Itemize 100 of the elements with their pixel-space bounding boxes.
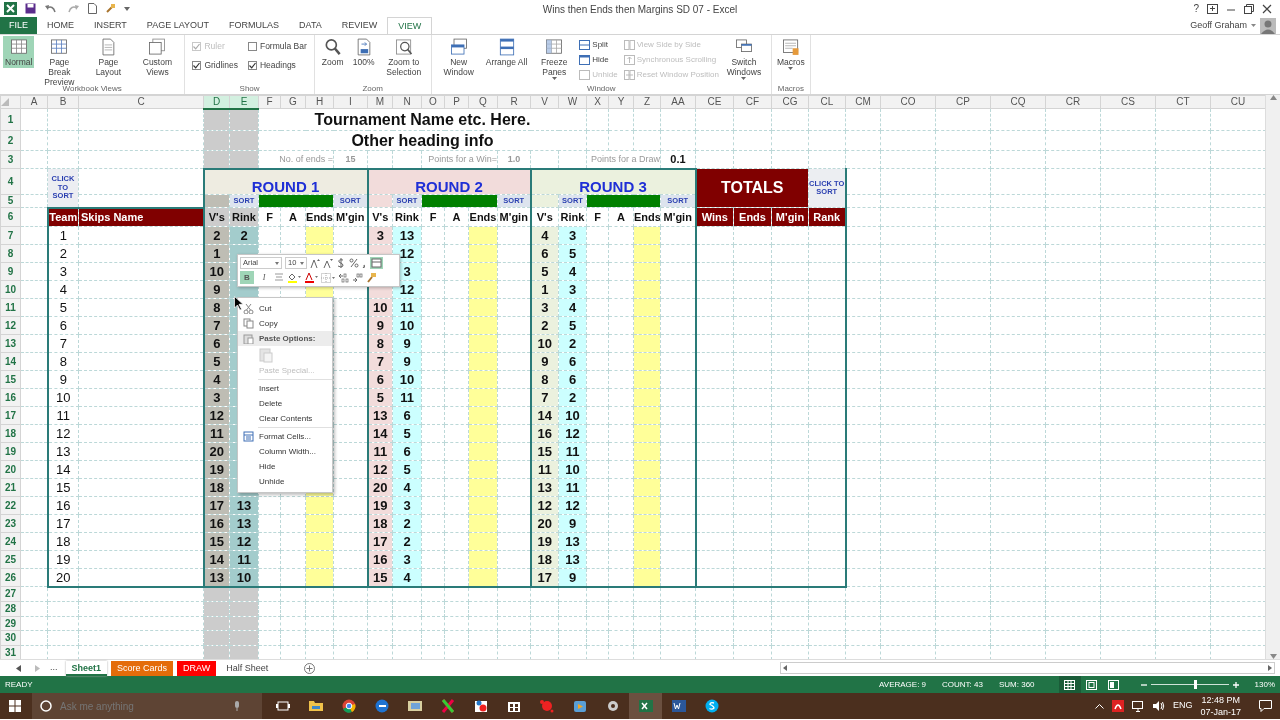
- ribbon-button[interactable]: Normal: [3, 36, 35, 68]
- fill-color-icon[interactable]: [287, 272, 301, 283]
- spreadsheet-icon[interactable]: [638, 698, 653, 714]
- ribbon-tab[interactable]: INSERT: [84, 17, 137, 34]
- scroll-left-icon[interactable]: [783, 665, 787, 671]
- browser-icon[interactable]: [341, 698, 356, 714]
- column-header[interactable]: M: [367, 95, 393, 109]
- ribbon-button[interactable]: Macros: [774, 36, 807, 71]
- globe-icon[interactable]: [374, 698, 389, 714]
- ribbon-button[interactable]: Page Layout: [84, 36, 133, 78]
- column-header[interactable]: N: [392, 95, 422, 109]
- zoom-slider[interactable]: [1150, 680, 1229, 689]
- column-header[interactable]: Q: [468, 95, 498, 109]
- ribbon-tab[interactable]: HOME: [37, 17, 84, 34]
- column-header[interactable]: P: [444, 95, 469, 109]
- chat-icon[interactable]: [704, 698, 719, 714]
- column-header[interactable]: CF: [733, 95, 772, 109]
- close-icon[interactable]: [1262, 3, 1272, 14]
- excel-logo-icon[interactable]: [4, 2, 17, 15]
- menu-item[interactable]: Copy: [238, 316, 332, 331]
- column-header[interactable]: CO: [880, 95, 936, 109]
- row-header[interactable]: 2: [0, 130, 21, 151]
- media-icon[interactable]: [572, 698, 587, 714]
- scroll-right-icon[interactable]: [1268, 665, 1272, 671]
- task-view-icon[interactable]: [275, 698, 290, 714]
- column-header[interactable]: E: [229, 95, 259, 109]
- column-header[interactable]: F: [258, 95, 281, 109]
- add-sheet-icon[interactable]: [304, 662, 316, 674]
- ribbon-button[interactable]: Switch Windows: [719, 36, 768, 81]
- tab-overflow[interactable]: ...: [50, 661, 58, 675]
- slider-thumb[interactable]: [1194, 680, 1198, 689]
- ribbon-button[interactable]: New Window: [434, 36, 483, 78]
- currency-icon[interactable]: [336, 258, 346, 268]
- column-header[interactable]: A: [20, 95, 48, 109]
- format-button[interactable]: I: [257, 271, 271, 284]
- menu-item[interactable]: Insert: [238, 381, 332, 396]
- column-header[interactable]: CR: [1045, 95, 1101, 109]
- ribbon-button[interactable]: Custom Views: [133, 36, 182, 78]
- column-header[interactable]: CU: [1210, 95, 1265, 109]
- sheet-tab[interactable]: DRAW: [177, 660, 217, 676]
- shrink-font-icon[interactable]: [323, 258, 333, 268]
- column-header[interactable]: CE: [695, 95, 734, 109]
- zoom-out-icon[interactable]: [1140, 681, 1147, 688]
- menu-item[interactable]: Delete: [238, 396, 332, 411]
- splat-icon[interactable]: [539, 698, 554, 714]
- ribbon-button[interactable]: Split: [579, 37, 618, 52]
- ribbon-tab[interactable]: VIEW: [387, 17, 433, 34]
- ribbon-tab[interactable]: FILE: [0, 17, 37, 34]
- ribbon-tab[interactable]: PAGE LAYOUT: [136, 17, 220, 34]
- column-header[interactable]: O: [421, 95, 445, 109]
- balls-icon[interactable]: [473, 698, 488, 714]
- font-color-icon[interactable]: [304, 272, 318, 283]
- column-header[interactable]: CQ: [990, 95, 1046, 109]
- zoom-in-icon[interactable]: [1232, 681, 1239, 688]
- column-header[interactable]: CP: [935, 95, 991, 109]
- row-header[interactable]: 4: [0, 168, 21, 195]
- percent-icon[interactable]: [349, 258, 359, 268]
- format-button[interactable]: B: [240, 271, 254, 284]
- sheet-tab[interactable]: Half Sheet: [220, 660, 275, 676]
- ribbon-display-icon[interactable]: [1207, 3, 1218, 14]
- folder-icon[interactable]: [308, 698, 323, 714]
- brush-icon[interactable]: [105, 3, 116, 14]
- column-header[interactable]: W: [558, 95, 587, 109]
- column-header[interactable]: CL: [808, 95, 846, 109]
- column-header[interactable]: CG: [771, 95, 809, 109]
- ribbon-button[interactable]: Hide: [579, 52, 618, 67]
- column-header[interactable]: X: [586, 95, 609, 109]
- scroll-left-icon[interactable]: [16, 664, 21, 672]
- checkbox[interactable]: [247, 41, 257, 51]
- checkbox[interactable]: [192, 60, 202, 70]
- column-header[interactable]: I: [333, 95, 368, 109]
- column-header[interactable]: R: [497, 95, 531, 109]
- column-header[interactable]: CM: [845, 95, 881, 109]
- cross-icon[interactable]: [440, 698, 455, 714]
- undo-icon[interactable]: [44, 3, 58, 14]
- gear-icon[interactable]: [605, 698, 620, 714]
- checkbox[interactable]: [247, 60, 257, 70]
- ribbon-button[interactable]: Zoom to Selection: [379, 36, 428, 78]
- antivirus-icon[interactable]: [1111, 700, 1124, 712]
- column-header[interactable]: C: [78, 95, 204, 109]
- column-header[interactable]: V: [530, 95, 559, 109]
- grow-font-icon[interactable]: [310, 258, 320, 268]
- network-icon[interactable]: [1131, 700, 1145, 712]
- menu-item[interactable]: Format Cells...: [238, 429, 332, 444]
- ribbon-tab[interactable]: FORMULAS: [219, 17, 290, 34]
- speaker-icon[interactable]: [1152, 701, 1165, 711]
- column-header[interactable]: B: [47, 95, 79, 109]
- ribbon-button[interactable]: Arrange All: [483, 36, 530, 68]
- checkbox-option[interactable]: Headings: [247, 58, 307, 72]
- brush-icon[interactable]: [366, 272, 377, 283]
- clock-time[interactable]: 12:48 PM: [1201, 694, 1240, 706]
- column-header[interactable]: D: [203, 95, 230, 109]
- photo-icon[interactable]: [407, 698, 422, 714]
- row-header[interactable]: 1: [0, 108, 21, 131]
- checkbox-option[interactable]: Gridlines: [192, 58, 238, 72]
- restore-icon[interactable]: [1244, 3, 1254, 14]
- increase-decimal-icon[interactable]: [338, 272, 349, 283]
- ribbon-button[interactable]: Zoom: [317, 36, 348, 68]
- chevron-up-icon[interactable]: [1094, 703, 1104, 709]
- language-indicator[interactable]: ENG: [1172, 699, 1193, 713]
